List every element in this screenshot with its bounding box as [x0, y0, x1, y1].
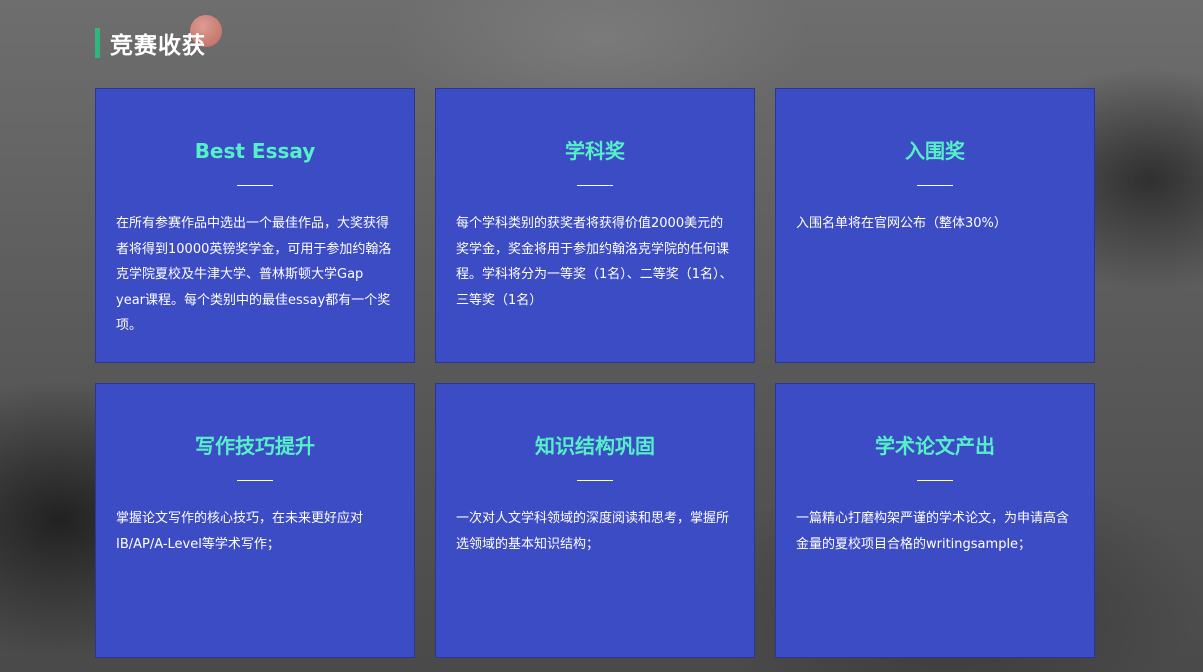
card-body: 一篇精心打磨构架严谨的学术论文，为申请高含金量的夏校项目合格的writingsa…	[796, 511, 1070, 552]
card-divider	[577, 185, 613, 186]
section-title: 竞赛收获	[110, 33, 206, 59]
reward-card-grid: Best Essay 在所有参赛作品中选出一个最佳作品，大奖获得者将得到1000…	[95, 88, 1095, 658]
section-heading: 竞赛收获	[95, 28, 206, 59]
card-body: 一次对人文学科领域的深度阅读和思考，掌握所选领域的基本知识结构；	[456, 511, 730, 552]
card-academic-paper: 学术论文产出 一篇精心打磨构架严谨的学术论文，为申请高含金量的夏校项目合格的wr…	[775, 383, 1095, 658]
card-title: 知识结构巩固	[535, 434, 655, 458]
card-title: 学科奖	[565, 139, 625, 163]
card-divider	[237, 185, 273, 186]
card-finalist-award: 入围奖 入围名单将在官网公布（整体30%）	[775, 88, 1095, 363]
card-body: 掌握论文写作的核心技巧，在未来更好应对IB/AP/A-Level等学术写作；	[116, 511, 364, 552]
card-divider	[577, 480, 613, 481]
card-knowledge-structure: 知识结构巩固 一次对人文学科领域的深度阅读和思考，掌握所选领域的基本知识结构；	[435, 383, 755, 658]
card-writing-skills: 写作技巧提升 掌握论文写作的核心技巧，在未来更好应对IB/AP/A-Level等…	[95, 383, 415, 658]
card-divider	[237, 480, 273, 481]
card-title: 学术论文产出	[875, 434, 995, 458]
card-best-essay: Best Essay 在所有参赛作品中选出一个最佳作品，大奖获得者将得到1000…	[95, 88, 415, 363]
card-title: 入围奖	[905, 139, 965, 163]
heading-accent-bar	[95, 28, 100, 58]
card-body: 每个学科类别的获奖者将获得价值2000美元的奖学金，奖金将用于参加约翰洛克学院的…	[456, 216, 733, 308]
card-body: 在所有参赛作品中选出一个最佳作品，大奖获得者将得到10000英镑奖学金，可用于参…	[116, 216, 392, 333]
card-body: 入围名单将在官网公布（整体30%）	[796, 216, 1007, 231]
card-subject-award: 学科奖 每个学科类别的获奖者将获得价值2000美元的奖学金，奖金将用于参加约翰洛…	[435, 88, 755, 363]
card-divider	[917, 480, 953, 481]
card-title: 写作技巧提升	[195, 434, 315, 458]
card-title: Best Essay	[194, 139, 316, 163]
card-divider	[917, 185, 953, 186]
